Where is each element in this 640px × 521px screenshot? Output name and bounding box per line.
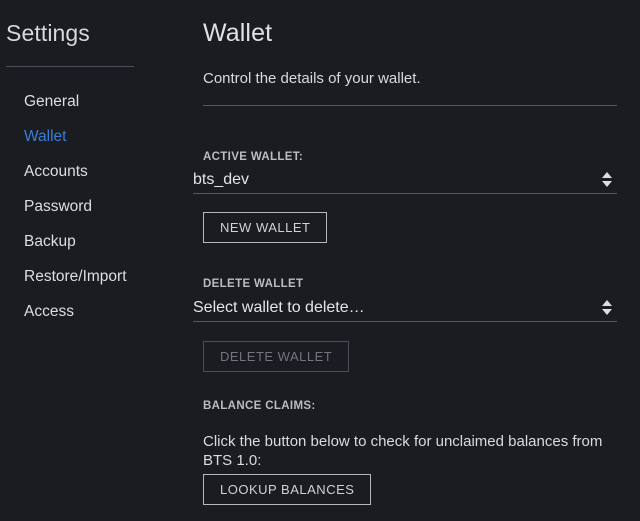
delete-wallet-label: DELETE WALLET [203,278,304,290]
sidebar-nav: General Wallet Accounts Password Backup … [0,84,195,329]
sidebar-item-restore-import[interactable]: Restore/Import [0,259,195,294]
balance-claims-label: BALANCE CLAIMS: [203,400,316,412]
delete-wallet-button[interactable]: DELETE WALLET [203,341,350,372]
sidebar-divider [6,66,134,67]
sidebar-item-general[interactable]: General [0,84,195,119]
balance-claims-description: Click the button below to check for uncl… [203,433,603,469]
chevron-updown-icon [602,299,612,317]
sidebar-item-password[interactable]: Password [0,189,195,224]
sidebar: Settings General Wallet Accounts Passwor… [0,0,195,521]
active-wallet-value: bts_dev [193,171,250,188]
delete-wallet-select[interactable]: Select wallet to delete… [193,296,617,322]
chevron-updown-icon [602,171,612,189]
page-description: Control the details of your wallet. [203,70,421,87]
page-title: Wallet [203,19,273,47]
delete-wallet-value: Select wallet to delete… [193,299,365,316]
sidebar-title: Settings [6,20,90,46]
sidebar-item-access[interactable]: Access [0,294,195,329]
active-wallet-select[interactable]: bts_dev [193,168,617,194]
sidebar-item-accounts[interactable]: Accounts [0,154,195,189]
header-divider [203,105,617,106]
settings-window: Settings General Wallet Accounts Passwor… [0,0,640,521]
lookup-balances-button[interactable]: LOOKUP BALANCES [203,474,372,505]
active-wallet-label: ACTIVE WALLET: [203,151,304,163]
main-content: Wallet Control the details of your walle… [193,0,640,521]
sidebar-item-wallet[interactable]: Wallet [0,119,195,154]
new-wallet-button[interactable]: NEW WALLET [203,212,328,243]
sidebar-item-backup[interactable]: Backup [0,224,195,259]
